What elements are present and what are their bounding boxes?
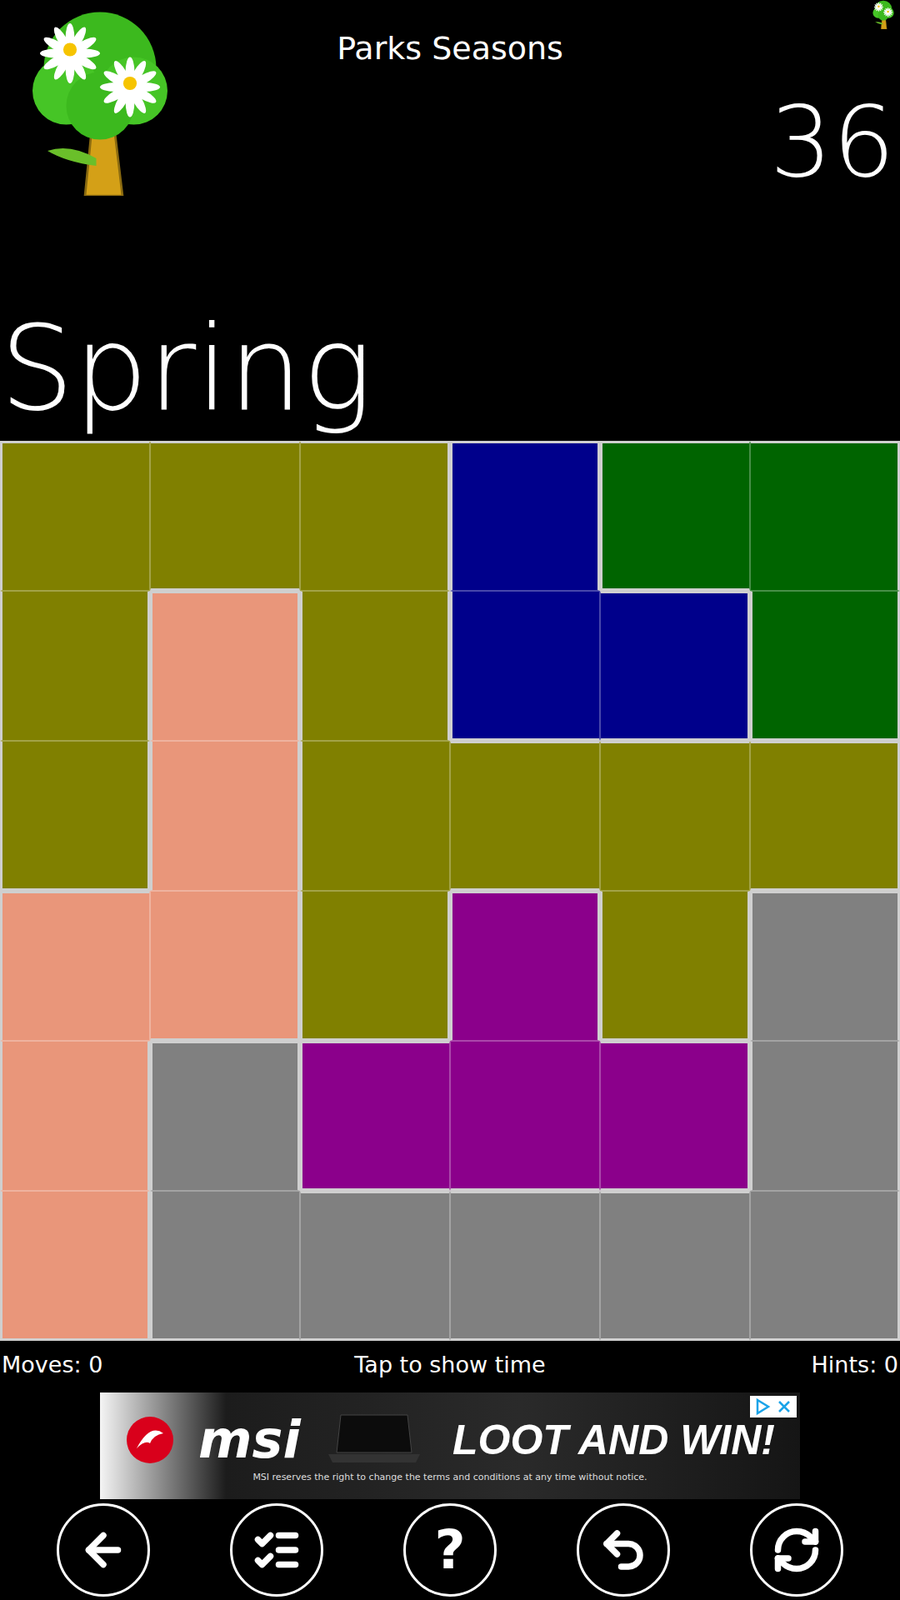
board-cell[interactable] [0, 440, 150, 591]
back-button[interactable] [56, 1503, 150, 1597]
board-cell[interactable] [300, 1040, 450, 1191]
board-cell[interactable] [0, 1190, 150, 1341]
board-cell[interactable] [450, 890, 600, 1041]
help-button[interactable]: ? [403, 1503, 497, 1597]
board-cell[interactable] [600, 1040, 750, 1191]
board-cell[interactable] [150, 1040, 300, 1191]
msi-dragon-icon [125, 1415, 175, 1465]
board-cell[interactable] [450, 1190, 600, 1341]
season-title: Spring [0, 301, 373, 436]
status-bar: Moves: 0Tap to show timeHints: 0 [0, 1340, 900, 1388]
undo-icon [598, 1525, 649, 1575]
board-cell[interactable] [150, 590, 300, 741]
board-cell[interactable] [750, 890, 900, 1041]
board-cell[interactable] [750, 440, 900, 591]
moves-counter: Moves: 0 [1, 1351, 355, 1378]
ad-banner[interactable]: msi LOOT AND WIN! MSI reserves the right t… [100, 1392, 800, 1500]
board-cell[interactable] [300, 740, 450, 891]
board-cell[interactable] [450, 1040, 600, 1191]
board-cell[interactable] [0, 1040, 150, 1191]
board-cell[interactable] [750, 1040, 900, 1191]
board-cell[interactable] [450, 590, 600, 741]
season-row: Spring [0, 216, 900, 441]
refresh-icon [771, 1525, 822, 1575]
timer-toggle[interactable]: Tap to show time [354, 1351, 545, 1378]
ad-row: msi LOOT AND WIN! MSI reserves the right t… [0, 1387, 900, 1500]
logo [0, 0, 250, 217]
board-cell[interactable] [300, 1190, 450, 1341]
ad-headline: LOOT AND WIN! [452, 1415, 775, 1465]
board-cell[interactable] [150, 1190, 300, 1341]
board-cell[interactable] [600, 890, 750, 1041]
board-cell[interactable] [150, 440, 300, 591]
board-cell[interactable] [600, 440, 750, 591]
hints-counter: Hints: 0 [545, 1351, 899, 1378]
game-screen: Parks Seasons 36 Spring Moves: 0Tap to show… [0, 0, 900, 1600]
board-cell[interactable] [450, 740, 600, 891]
board-cell[interactable] [450, 440, 600, 591]
toolbar: ? [0, 1499, 900, 1600]
board-cell[interactable] [300, 440, 450, 591]
board-cell[interactable] [150, 740, 300, 891]
level-panel: 36 [650, 0, 900, 217]
board-cell[interactable] [750, 1190, 900, 1341]
adchoices-icon [753, 1397, 772, 1416]
board-cell[interactable] [750, 740, 900, 891]
small-tree-icon [871, 0, 895, 30]
levels-button[interactable] [230, 1503, 324, 1597]
board-cell[interactable] [300, 890, 450, 1041]
checklist-icon [251, 1525, 302, 1575]
board-cell[interactable] [150, 890, 300, 1041]
level-number: 36 [770, 92, 895, 191]
restart-button[interactable] [750, 1503, 844, 1597]
board-cell[interactable] [600, 1190, 750, 1341]
tree-logo-icon [25, 8, 175, 196]
laptop-icon [324, 1410, 425, 1470]
ad-choices[interactable] [750, 1395, 797, 1418]
arrow-left-icon [78, 1525, 129, 1575]
board-cell[interactable] [0, 590, 150, 741]
board-cell[interactable] [300, 590, 450, 741]
header: Parks Seasons 36 [0, 0, 900, 217]
board-cell[interactable] [0, 740, 150, 891]
game-board [0, 440, 900, 1341]
undo-button[interactable] [576, 1503, 670, 1597]
close-icon[interactable] [775, 1397, 794, 1416]
board-cell[interactable] [600, 590, 750, 741]
app-title: Parks Seasons [250, 0, 650, 217]
board-cell[interactable] [750, 590, 900, 741]
ad-disclaimer: MSI reserves the right to change the ter… [125, 1471, 775, 1483]
board-cell[interactable] [600, 740, 750, 891]
ad-brand: msi [198, 1409, 301, 1470]
board-cell[interactable] [0, 890, 150, 1041]
